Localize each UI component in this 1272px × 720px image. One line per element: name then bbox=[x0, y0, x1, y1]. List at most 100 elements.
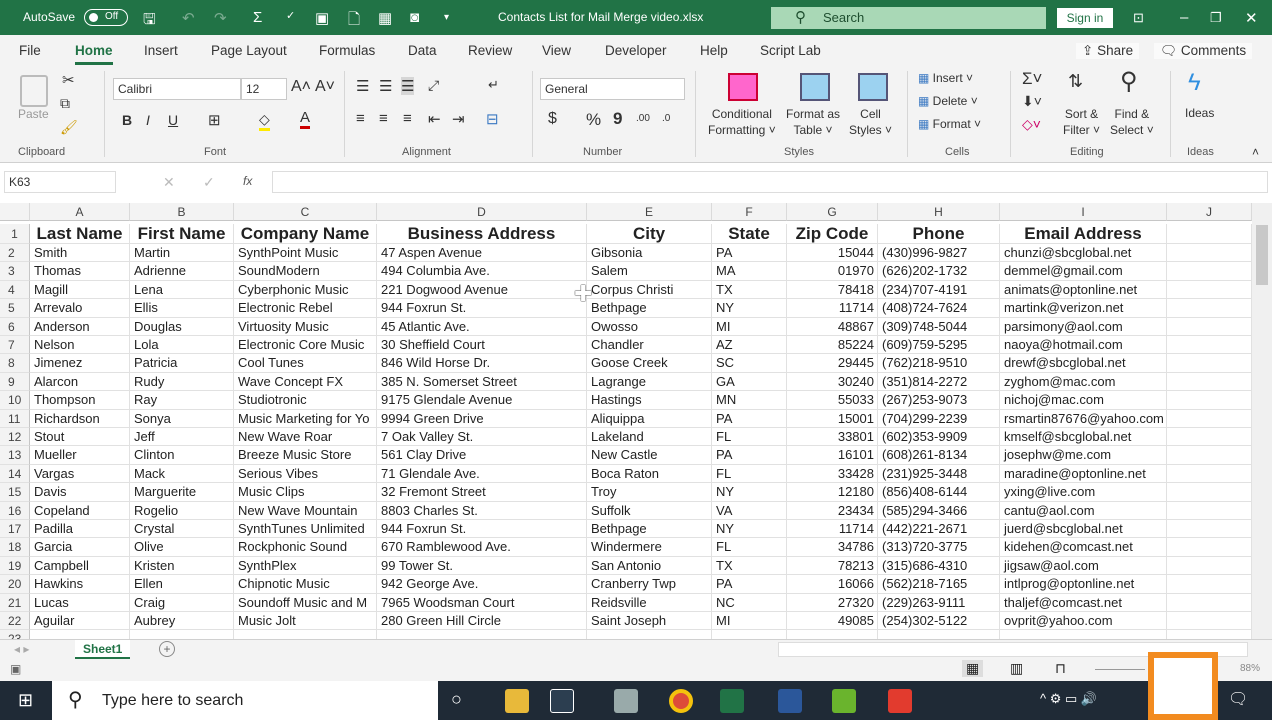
cell[interactable]: (313)720-3775 bbox=[878, 538, 1000, 557]
bottom-align-icon[interactable]: ☰ bbox=[401, 77, 415, 95]
minimize-icon[interactable]: – bbox=[1180, 9, 1188, 26]
table-icon[interactable]: ▦ bbox=[378, 9, 392, 27]
cell[interactable]: Serious Vibes bbox=[234, 464, 377, 484]
clear-icon[interactable]: ◇˅ bbox=[1022, 116, 1041, 133]
search-box[interactable]: ⚲ Search bbox=[771, 7, 1046, 29]
font-name-select[interactable]: Calibri bbox=[113, 78, 241, 100]
system-tray-icons[interactable]: ^ ⚙ ▭ 🔊 bbox=[1040, 691, 1097, 707]
column-header[interactable]: C bbox=[234, 203, 377, 221]
cell[interactable]: Goose Creek bbox=[587, 354, 712, 373]
column-header[interactable]: B bbox=[130, 203, 234, 221]
column-header[interactable]: G bbox=[787, 203, 878, 221]
cell[interactable]: cantu@aol.com bbox=[1000, 501, 1167, 520]
cell[interactable]: Bethpage bbox=[587, 520, 712, 539]
cell[interactable]: Bethpage bbox=[587, 299, 712, 318]
select-all-corner[interactable] bbox=[0, 203, 30, 221]
cell[interactable]: FL bbox=[712, 538, 787, 557]
cut-icon[interactable]: ✂ bbox=[62, 71, 75, 89]
row-number[interactable]: 11 bbox=[0, 409, 30, 428]
tab-developer[interactable]: Developer bbox=[605, 43, 667, 58]
cell[interactable]: (609)759-5295 bbox=[878, 336, 1000, 355]
camtasia-icon[interactable] bbox=[832, 689, 856, 713]
row-number[interactable]: 18 bbox=[0, 538, 30, 557]
cell[interactable]: 942 George Ave. bbox=[377, 575, 587, 594]
row-number[interactable]: 20 bbox=[0, 575, 30, 594]
cell[interactable]: jigsaw@aol.com bbox=[1000, 556, 1167, 576]
cell[interactable]: 8803 Charles St. bbox=[377, 501, 587, 520]
cell[interactable]: Rockphonic Sound bbox=[234, 538, 377, 557]
cell[interactable]: 48867 bbox=[787, 317, 878, 336]
cell[interactable]: 15001 bbox=[787, 409, 878, 428]
windows-start-icon[interactable]: ⊞ bbox=[18, 690, 33, 711]
cell[interactable]: Stout bbox=[30, 428, 130, 447]
add-sheet-button[interactable]: + bbox=[159, 641, 175, 657]
cell[interactable]: 494 Columbia Ave. bbox=[377, 262, 587, 281]
cell[interactable]: parsimony@aol.com bbox=[1000, 317, 1167, 336]
page-layout-view-icon[interactable]: ▥ bbox=[1010, 660, 1023, 677]
insert-function-button[interactable]: fx bbox=[243, 174, 252, 188]
cell[interactable]: NC bbox=[712, 593, 787, 612]
cell[interactable] bbox=[234, 630, 377, 639]
cell[interactable] bbox=[1167, 262, 1252, 281]
cell[interactable]: nichoj@mac.com bbox=[1000, 391, 1167, 410]
cell[interactable]: 280 Green Hill Circle bbox=[377, 612, 587, 631]
find-select-button[interactable]: Find & Select ˅ bbox=[1110, 106, 1154, 138]
cell[interactable]: (442)221-2671 bbox=[878, 520, 1000, 539]
cell[interactable] bbox=[1167, 464, 1252, 484]
autosum-icon[interactable]: Σ bbox=[253, 9, 262, 26]
sheet-tab-sheet1[interactable]: Sheet1 bbox=[75, 640, 131, 659]
cell[interactable]: Kristen bbox=[130, 556, 234, 576]
cell[interactable] bbox=[30, 630, 130, 639]
redo-icon[interactable]: ↷ bbox=[214, 9, 227, 27]
row-number[interactable]: 2 bbox=[0, 244, 30, 263]
cell[interactable]: Corpus Christi bbox=[587, 280, 712, 300]
cell[interactable]: Lagrange bbox=[587, 372, 712, 392]
cell[interactable]: Olive bbox=[130, 538, 234, 557]
cell[interactable]: (602)353-9909 bbox=[878, 428, 1000, 447]
cell[interactable]: (762)218-9510 bbox=[878, 354, 1000, 373]
ideas-icon[interactable]: ϟ bbox=[1188, 69, 1201, 97]
cell[interactable]: Rudy bbox=[130, 372, 234, 392]
paste-button[interactable]: Paste bbox=[18, 107, 49, 121]
tab-file[interactable]: File bbox=[19, 43, 41, 58]
cell[interactable]: Arrevalo bbox=[30, 299, 130, 318]
delete-cells-button[interactable]: ▦ Delete ˅ bbox=[918, 94, 978, 108]
cell[interactable]: Marguerite bbox=[130, 483, 234, 502]
cell[interactable] bbox=[1167, 299, 1252, 318]
cell[interactable]: Cranberry Twp bbox=[587, 575, 712, 594]
column-header[interactable]: E bbox=[587, 203, 712, 221]
cell[interactable]: 846 Wild Horse Dr. bbox=[377, 354, 587, 373]
cortana-icon[interactable]: ○ bbox=[451, 689, 462, 710]
cell[interactable]: Chipnotic Music bbox=[234, 575, 377, 594]
sort-filter-button[interactable]: Sort & Filter ˅ bbox=[1063, 106, 1100, 138]
cell[interactable]: SoundModern bbox=[234, 262, 377, 281]
cell[interactable]: Smith bbox=[30, 244, 130, 263]
macro-record-icon[interactable]: ▣ bbox=[10, 662, 21, 676]
wrap-text-icon[interactable]: ↵ bbox=[488, 77, 499, 93]
cell[interactable]: Suffolk bbox=[587, 501, 712, 520]
underline-button[interactable]: U bbox=[168, 112, 178, 128]
ribbon-display-icon[interactable]: ⊡ bbox=[1133, 10, 1144, 26]
cell[interactable]: Music Clips bbox=[234, 483, 377, 502]
cell[interactable]: (585)294-3466 bbox=[878, 501, 1000, 520]
tab-help[interactable]: Help bbox=[700, 43, 728, 58]
cell[interactable]: (626)202-1732 bbox=[878, 262, 1000, 281]
word-icon[interactable] bbox=[778, 689, 802, 713]
tab-home[interactable]: Home bbox=[75, 43, 113, 65]
merge-center-icon[interactable]: ⊟ bbox=[486, 110, 499, 128]
cell[interactable]: zyghom@mac.com bbox=[1000, 372, 1167, 392]
cell[interactable] bbox=[1167, 520, 1252, 539]
cell[interactable]: Salem bbox=[587, 262, 712, 281]
cell[interactable]: TX bbox=[712, 280, 787, 300]
cell[interactable]: Gibsonia bbox=[587, 244, 712, 263]
cell[interactable]: drewf@sbcglobal.net bbox=[1000, 354, 1167, 373]
cell[interactable]: 30240 bbox=[787, 372, 878, 392]
cell[interactable]: (608)261-8134 bbox=[878, 446, 1000, 465]
cell[interactable]: 7965 Woodsman Court bbox=[377, 593, 587, 612]
format-as-table-button[interactable]: Format as Table ˅ bbox=[786, 106, 840, 138]
format-as-table-icon[interactable] bbox=[800, 73, 830, 101]
row-number[interactable]: 1 bbox=[0, 224, 30, 244]
tab-script-lab[interactable]: Script Lab bbox=[760, 43, 821, 58]
percent-button[interactable]: % bbox=[586, 110, 601, 130]
name-box[interactable]: K63 bbox=[4, 171, 116, 193]
